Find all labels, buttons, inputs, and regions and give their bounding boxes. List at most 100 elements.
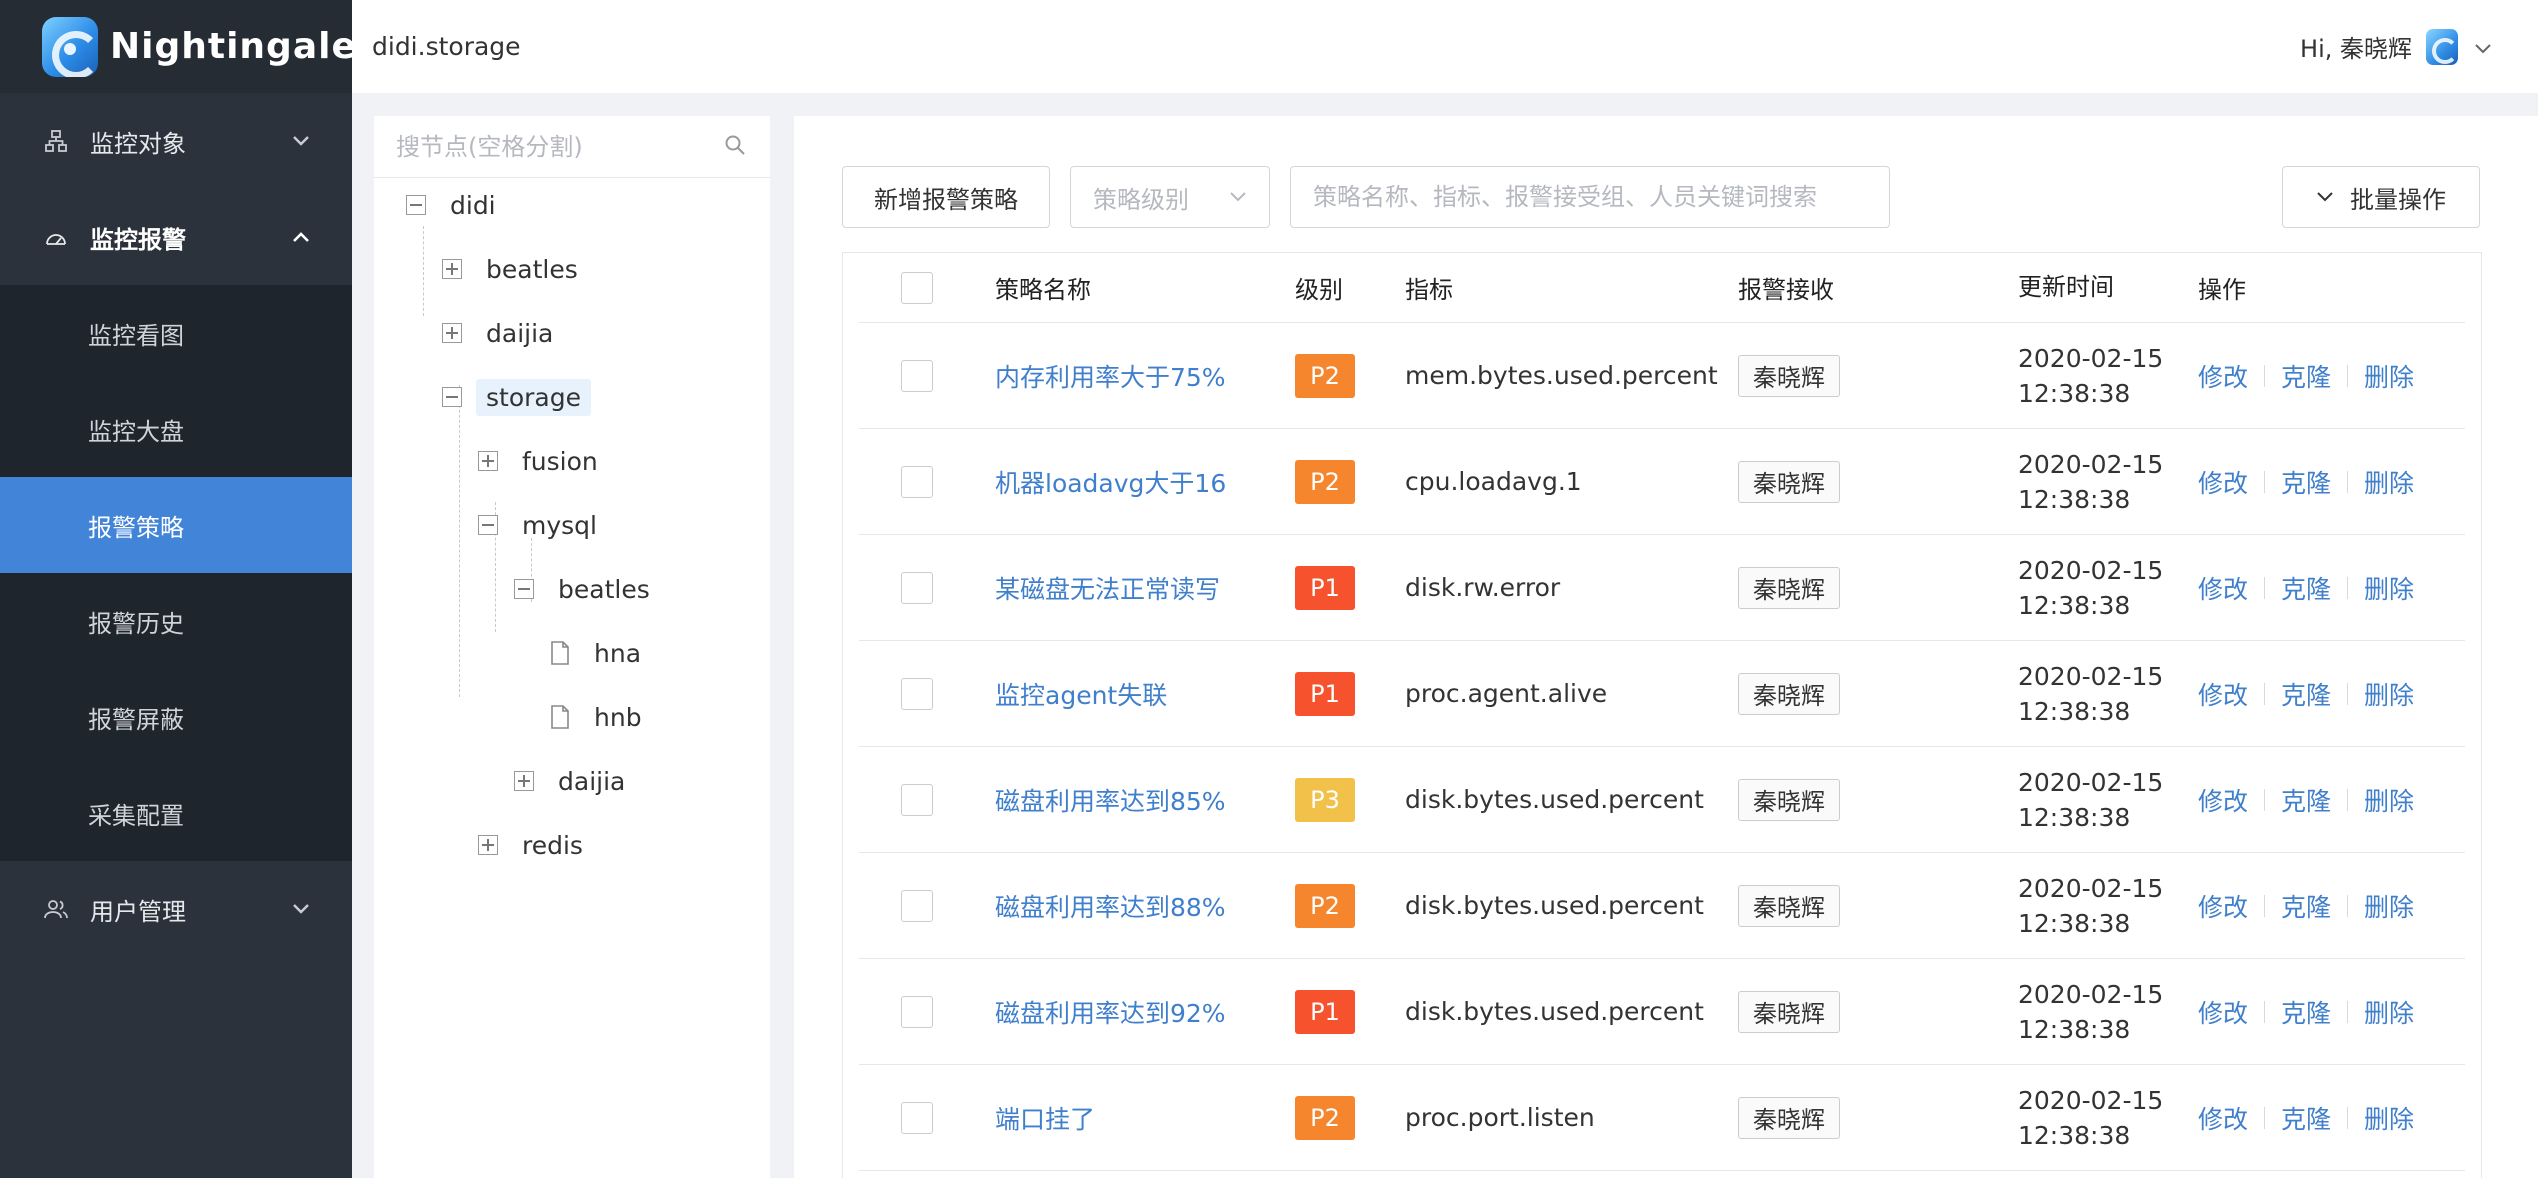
policy-name-link[interactable]: 某磁盘无法正常读写 bbox=[995, 575, 1220, 604]
column-header[interactable]: 报警接收 bbox=[1738, 270, 2018, 305]
edit-link[interactable]: 修改 bbox=[2198, 676, 2248, 712]
search-icon[interactable] bbox=[724, 134, 746, 160]
file-icon bbox=[551, 641, 569, 665]
policy-name-link[interactable]: 磁盘利用率达到88% bbox=[995, 893, 1226, 922]
chevron-down-icon bbox=[290, 130, 312, 152]
tree-node[interactable]: mysql bbox=[478, 505, 607, 545]
edit-link[interactable]: 修改 bbox=[2198, 994, 2248, 1030]
tree-node[interactable]: redis bbox=[478, 825, 593, 865]
collapse-icon[interactable] bbox=[478, 515, 498, 535]
add-policy-button[interactable]: 新增报警策略 bbox=[842, 166, 1050, 228]
row-checkbox[interactable] bbox=[901, 677, 933, 710]
clone-link[interactable]: 克隆 bbox=[2281, 1100, 2331, 1136]
policy-name-link[interactable]: 端口挂了 bbox=[995, 1105, 1095, 1134]
row-checkbox[interactable] bbox=[901, 783, 933, 816]
divider bbox=[2264, 364, 2266, 387]
collapse-icon[interactable] bbox=[406, 195, 426, 215]
tree-node[interactable]: didi bbox=[406, 185, 506, 225]
tree-node-leaf[interactable]: hnb bbox=[550, 697, 652, 737]
edit-link[interactable]: 修改 bbox=[2198, 358, 2248, 394]
collapse-icon[interactable] bbox=[442, 387, 462, 407]
clone-link[interactable]: 克隆 bbox=[2281, 676, 2331, 712]
policy-name-link[interactable]: 内存利用率大于75% bbox=[995, 363, 1226, 392]
clone-link[interactable]: 克隆 bbox=[2281, 570, 2331, 606]
expand-icon[interactable] bbox=[442, 259, 462, 279]
expand-icon[interactable] bbox=[514, 771, 534, 791]
collapse-icon[interactable] bbox=[514, 579, 534, 599]
sidebar-group-monitor-alert[interactable]: 监控报警 bbox=[0, 189, 352, 285]
tree-node[interactable]: daijia bbox=[514, 761, 635, 801]
delete-link[interactable]: 删除 bbox=[2364, 570, 2414, 606]
policy-name-link[interactable]: 监控agent失联 bbox=[995, 681, 1167, 710]
sidebar-group-user-management[interactable]: 用户管理 bbox=[0, 861, 352, 957]
sidebar-item-alert-mute[interactable]: 报警屏蔽 bbox=[0, 669, 352, 765]
edit-link[interactable]: 修改 bbox=[2198, 888, 2248, 924]
edit-link[interactable]: 修改 bbox=[2198, 570, 2248, 606]
policy-search-input[interactable] bbox=[1313, 183, 1867, 211]
level-badge: P1 bbox=[1295, 989, 1355, 1034]
tree-node[interactable]: beatles bbox=[442, 249, 588, 289]
column-header[interactable]: 策略名称 bbox=[995, 270, 1295, 305]
delete-link[interactable]: 删除 bbox=[2364, 888, 2414, 924]
row-checkbox[interactable] bbox=[901, 571, 933, 604]
policy-name-cell: 内存利用率大于75% bbox=[995, 358, 1295, 394]
row-checkbox[interactable] bbox=[901, 359, 933, 392]
delete-link[interactable]: 删除 bbox=[2364, 358, 2414, 394]
sidebar: Nightingale 监控对象 监控报警 监控看图 监控大盘 报警策略 报警历… bbox=[0, 0, 356, 1178]
logo[interactable]: Nightingale bbox=[0, 0, 356, 93]
policy-name-link[interactable]: 磁盘利用率达到92% bbox=[995, 999, 1226, 1028]
sidebar-item-monitor-dashboard[interactable]: 监控大盘 bbox=[0, 381, 352, 477]
tree-search-input[interactable] bbox=[396, 132, 696, 161]
delete-link[interactable]: 删除 bbox=[2364, 464, 2414, 500]
sidebar-item-alert-history[interactable]: 报警历史 bbox=[0, 573, 352, 669]
tree-node-selected[interactable]: storage bbox=[442, 377, 591, 417]
policy-name-link[interactable]: 磁盘利用率达到85% bbox=[995, 787, 1226, 816]
sidebar-group-label: 监控对象 bbox=[90, 129, 186, 158]
receiver-tag: 秦晓辉 bbox=[1738, 672, 1840, 715]
column-header[interactable]: 更新时间 bbox=[2018, 270, 2198, 305]
clone-link[interactable]: 克隆 bbox=[2281, 888, 2331, 924]
column-header[interactable]: 指标 bbox=[1405, 270, 1738, 305]
row-checkbox[interactable] bbox=[901, 995, 933, 1028]
clone-link[interactable]: 克隆 bbox=[2281, 994, 2331, 1030]
edit-link[interactable]: 修改 bbox=[2198, 464, 2248, 500]
level-cell: P2 bbox=[1295, 883, 1405, 928]
delete-link[interactable]: 删除 bbox=[2364, 782, 2414, 818]
batch-operation-button[interactable]: 批量操作 bbox=[2282, 166, 2480, 228]
sidebar-item-collect-config[interactable]: 采集配置 bbox=[0, 765, 352, 861]
expand-icon[interactable] bbox=[442, 323, 462, 343]
select-all-checkbox[interactable] bbox=[901, 271, 933, 304]
ops-cell: 修改 克隆 删除 bbox=[2198, 994, 2465, 1030]
level-badge: P2 bbox=[1295, 459, 1355, 504]
row-checkbox[interactable] bbox=[901, 465, 933, 498]
expand-icon[interactable] bbox=[478, 451, 498, 471]
sidebar-group-monitor-objects[interactable]: 监控对象 bbox=[0, 93, 352, 189]
delete-link[interactable]: 删除 bbox=[2364, 1100, 2414, 1136]
tree-node[interactable]: fusion bbox=[478, 441, 608, 481]
tree-node[interactable]: daijia bbox=[442, 313, 563, 353]
column-header[interactable]: 级别 bbox=[1295, 270, 1405, 305]
tree-node-leaf[interactable]: hna bbox=[550, 633, 651, 673]
policy-table: 策略名称 级别 指标 报警接收 更新时间 操作 内存利用率大于75% P2 mem.… bbox=[842, 252, 2482, 1178]
edit-link[interactable]: 修改 bbox=[2198, 1100, 2248, 1136]
user-menu[interactable]: Hi, 秦晓辉 bbox=[2300, 0, 2492, 93]
row-checkbox[interactable] bbox=[901, 1101, 933, 1134]
expand-icon[interactable] bbox=[478, 835, 498, 855]
header-checkbox-cell bbox=[859, 271, 995, 304]
tree-connector bbox=[423, 226, 424, 316]
sidebar-item-monitor-view[interactable]: 监控看图 bbox=[0, 285, 352, 381]
clone-link[interactable]: 克隆 bbox=[2281, 782, 2331, 818]
delete-link[interactable]: 删除 bbox=[2364, 994, 2414, 1030]
level-cell: P2 bbox=[1295, 1095, 1405, 1140]
clone-link[interactable]: 克隆 bbox=[2281, 464, 2331, 500]
tree-node[interactable]: beatles bbox=[514, 569, 660, 609]
clone-link[interactable]: 克隆 bbox=[2281, 358, 2331, 394]
level-select[interactable]: 策略级别 bbox=[1070, 166, 1270, 228]
row-checkbox[interactable] bbox=[901, 889, 933, 922]
edit-link[interactable]: 修改 bbox=[2198, 782, 2248, 818]
delete-link[interactable]: 删除 bbox=[2364, 676, 2414, 712]
policy-name-link[interactable]: 机器loadavg大于16 bbox=[995, 469, 1226, 498]
level-cell: P1 bbox=[1295, 565, 1405, 610]
sidebar-item-alert-policy[interactable]: 报警策略 bbox=[0, 477, 352, 573]
divider bbox=[2347, 894, 2349, 917]
